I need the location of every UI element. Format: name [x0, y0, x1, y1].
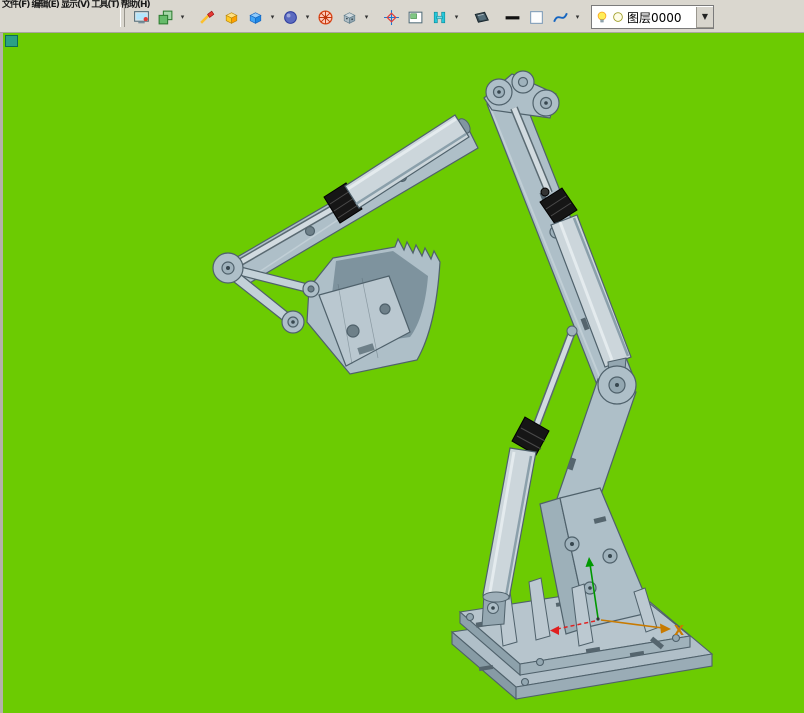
shading-button[interactable]	[278, 5, 302, 29]
material-button[interactable]	[337, 5, 361, 29]
material-dropdown[interactable]: ▾	[361, 5, 372, 29]
application-window: 文件(F) 编辑(E) 显示(V) 工具(T) 帮助(H) ▾ ▾ ▾ ▾ ▾ …	[0, 0, 804, 713]
display-3d-button[interactable]	[469, 5, 493, 29]
line-width-button[interactable]	[500, 5, 524, 29]
toolbar-strip: 文件(F) 编辑(E) 显示(V) 工具(T) 帮助(H) ▾ ▾ ▾ ▾ ▾ …	[0, 0, 804, 33]
isometric-view-icon	[224, 11, 238, 24]
spline-icon	[552, 12, 568, 22]
axis-origin	[596, 617, 600, 621]
right-cylinder[interactable]	[510, 106, 632, 385]
grid-button[interactable]	[427, 5, 451, 29]
display-3d-icon	[474, 11, 489, 23]
repaint-icon	[199, 10, 214, 24]
3d-viewport[interactable]: X	[0, 32, 804, 713]
display-mode-icon	[158, 10, 172, 24]
line-width-icon	[505, 15, 519, 19]
light-bulb-icon	[597, 11, 607, 23]
spline-button[interactable]	[548, 5, 572, 29]
repaint-button[interactable]	[195, 5, 219, 29]
color-swatch-icon	[529, 10, 543, 24]
elbow-pivot[interactable]	[597, 365, 637, 405]
standard-view-dropdown[interactable]: ▾	[267, 5, 278, 29]
excavator-arm-model[interactable]: X	[0, 32, 804, 713]
grid-icon	[433, 11, 445, 23]
zoom-window-button[interactable]	[403, 5, 427, 29]
render-wheel-icon	[317, 9, 333, 25]
top-cylinder[interactable]	[229, 114, 473, 271]
render-wheel-button[interactable]	[313, 5, 337, 29]
display-mode-button[interactable]	[153, 5, 177, 29]
toolbar-handle[interactable]	[120, 7, 125, 27]
isometric-view-button[interactable]	[219, 5, 243, 29]
shading-icon	[283, 10, 297, 24]
spline-dropdown[interactable]: ▾	[572, 5, 583, 29]
layer-color-icon	[613, 12, 623, 22]
standard-view-button[interactable]	[243, 5, 267, 29]
material-icon	[342, 11, 356, 24]
display-mode-dropdown[interactable]: ▾	[177, 5, 188, 29]
capture-view-icon	[133, 10, 149, 23]
shading-dropdown[interactable]: ▾	[302, 5, 313, 29]
grid-dropdown[interactable]: ▾	[451, 5, 462, 29]
zoom-window-icon	[408, 11, 422, 23]
locate-center-icon	[383, 9, 399, 25]
color-swatch-button[interactable]	[524, 5, 548, 29]
capture-view-button[interactable]	[129, 5, 153, 29]
layer-selector[interactable]: 图层0000 ▼	[591, 5, 714, 29]
boom-top-clevis[interactable]	[483, 70, 560, 119]
layer-name: 图层0000	[627, 10, 682, 25]
standard-view-icon	[248, 11, 262, 24]
axis-x-label: X	[674, 624, 684, 639]
main-toolbar: ▾ ▾ ▾ ▾ ▾ ▾ 图层0000 ▼	[120, 4, 714, 30]
layer-dropdown-arrow[interactable]: ▼	[696, 6, 713, 28]
bucket[interactable]	[306, 237, 441, 375]
locate-center-button[interactable]	[379, 5, 403, 29]
